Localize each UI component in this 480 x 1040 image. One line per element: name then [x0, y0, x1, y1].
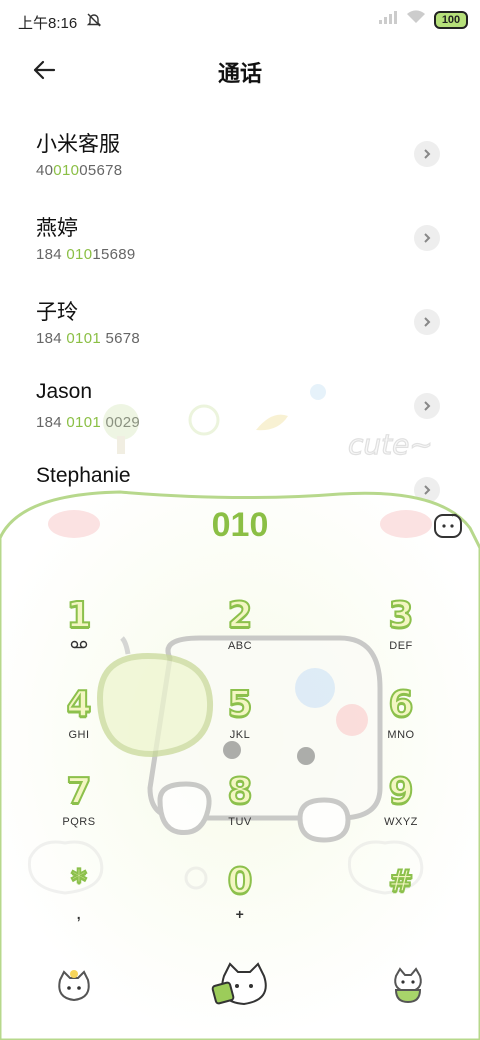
app-header: 通话: [0, 48, 480, 92]
contacts-cat-icon[interactable]: [388, 966, 428, 1006]
dial-key-8[interactable]: 8 TUV: [195, 771, 285, 829]
collapse-dialpad-icon[interactable]: [54, 968, 94, 1004]
contact-name: Jason: [36, 380, 93, 403]
svg-text:cute~: cute~: [348, 428, 433, 461]
dial-key-star[interactable]: * ,: [34, 862, 124, 922]
list-item[interactable]: 小米客服 4001005678: [0, 112, 480, 196]
key-digit: 3: [387, 595, 414, 637]
cat-card-icon[interactable]: [432, 510, 464, 542]
dial-key-6[interactable]: 6 MNO: [356, 684, 446, 742]
dial-key-7[interactable]: 7 PQRS: [34, 771, 124, 829]
key-letters: TUV: [228, 816, 252, 828]
key-digit: *: [70, 863, 88, 900]
contact-number: 184 01015689: [36, 246, 136, 263]
contact-name: Stephanie: [36, 464, 131, 487]
key-digit: 9: [387, 771, 414, 813]
flower-decoration-icon: [188, 404, 220, 436]
chevron-right-icon[interactable]: [414, 393, 440, 419]
key-letters: ABC: [227, 640, 253, 652]
signal-icon: [378, 10, 398, 29]
status-time: 上午8:16: [18, 15, 78, 32]
chevron-right-icon[interactable]: [414, 225, 440, 251]
key-letters: DEF: [389, 640, 413, 652]
key-digit: 2: [226, 595, 253, 637]
key-letters: GHI: [68, 729, 90, 741]
contact-name: 子玲: [36, 301, 78, 324]
dial-key-1[interactable]: 1: [34, 595, 124, 652]
contact-name: 燕婷: [36, 217, 78, 240]
contact-number: 184 0101 5678: [36, 330, 141, 347]
bubble-decoration-icon: [310, 384, 326, 400]
key-digit: 6: [387, 684, 414, 726]
key-letters: PQRS: [62, 816, 96, 828]
key-letters: JKL: [229, 729, 251, 741]
page-title: 通话: [217, 61, 262, 86]
key-digit: #: [387, 863, 414, 900]
leaf-decoration-icon: [256, 414, 288, 431]
bell-muted-icon: [86, 12, 102, 33]
list-item[interactable]: 燕婷 184 01015689: [0, 196, 480, 280]
contact-name: 小米客服: [36, 133, 120, 156]
tree-decoration-icon: [103, 404, 139, 454]
key-letters: ,: [76, 906, 82, 922]
key-letters: +: [235, 906, 245, 922]
dial-key-0[interactable]: 0 +: [195, 861, 285, 923]
contact-list: 小米客服 4001005678 燕婷 184 01015689 子玲 184 0…: [0, 112, 480, 532]
voicemail-icon: [34, 640, 124, 652]
dial-key-3[interactable]: 3 DEF: [356, 595, 446, 653]
key-digit: 4: [65, 684, 92, 726]
key-letters: WXYZ: [384, 816, 418, 828]
chevron-right-icon[interactable]: [414, 309, 440, 335]
key-digit: 8: [226, 771, 253, 813]
battery-icon: 100: [434, 10, 468, 29]
wifi-icon: [406, 10, 426, 29]
list-item[interactable]: 子玲 184 0101 5678: [0, 280, 480, 364]
key-digit: 0: [226, 861, 253, 903]
cute-text-decoration: cute~: [347, 427, 433, 461]
contact-number: 4001005678: [36, 162, 123, 179]
dialpad-background: [0, 490, 480, 1040]
dialed-number: 010: [211, 506, 269, 544]
status-bar: 上午8:16 100: [0, 0, 480, 40]
dial-key-hash[interactable]: #: [356, 862, 446, 906]
dial-key-5[interactable]: 5 JKL: [195, 684, 285, 742]
call-button-icon[interactable]: [210, 960, 274, 1008]
dial-key-9[interactable]: 9 WXYZ: [356, 771, 446, 829]
key-digit: 7: [65, 771, 92, 813]
dial-key-2[interactable]: 2 ABC: [195, 595, 285, 653]
key-digit: 5: [226, 684, 253, 726]
key-letters: MNO: [387, 729, 415, 741]
key-digit: 1: [65, 595, 92, 637]
chevron-right-icon[interactable]: [414, 141, 440, 167]
dial-key-4[interactable]: 4 GHI: [34, 684, 124, 742]
